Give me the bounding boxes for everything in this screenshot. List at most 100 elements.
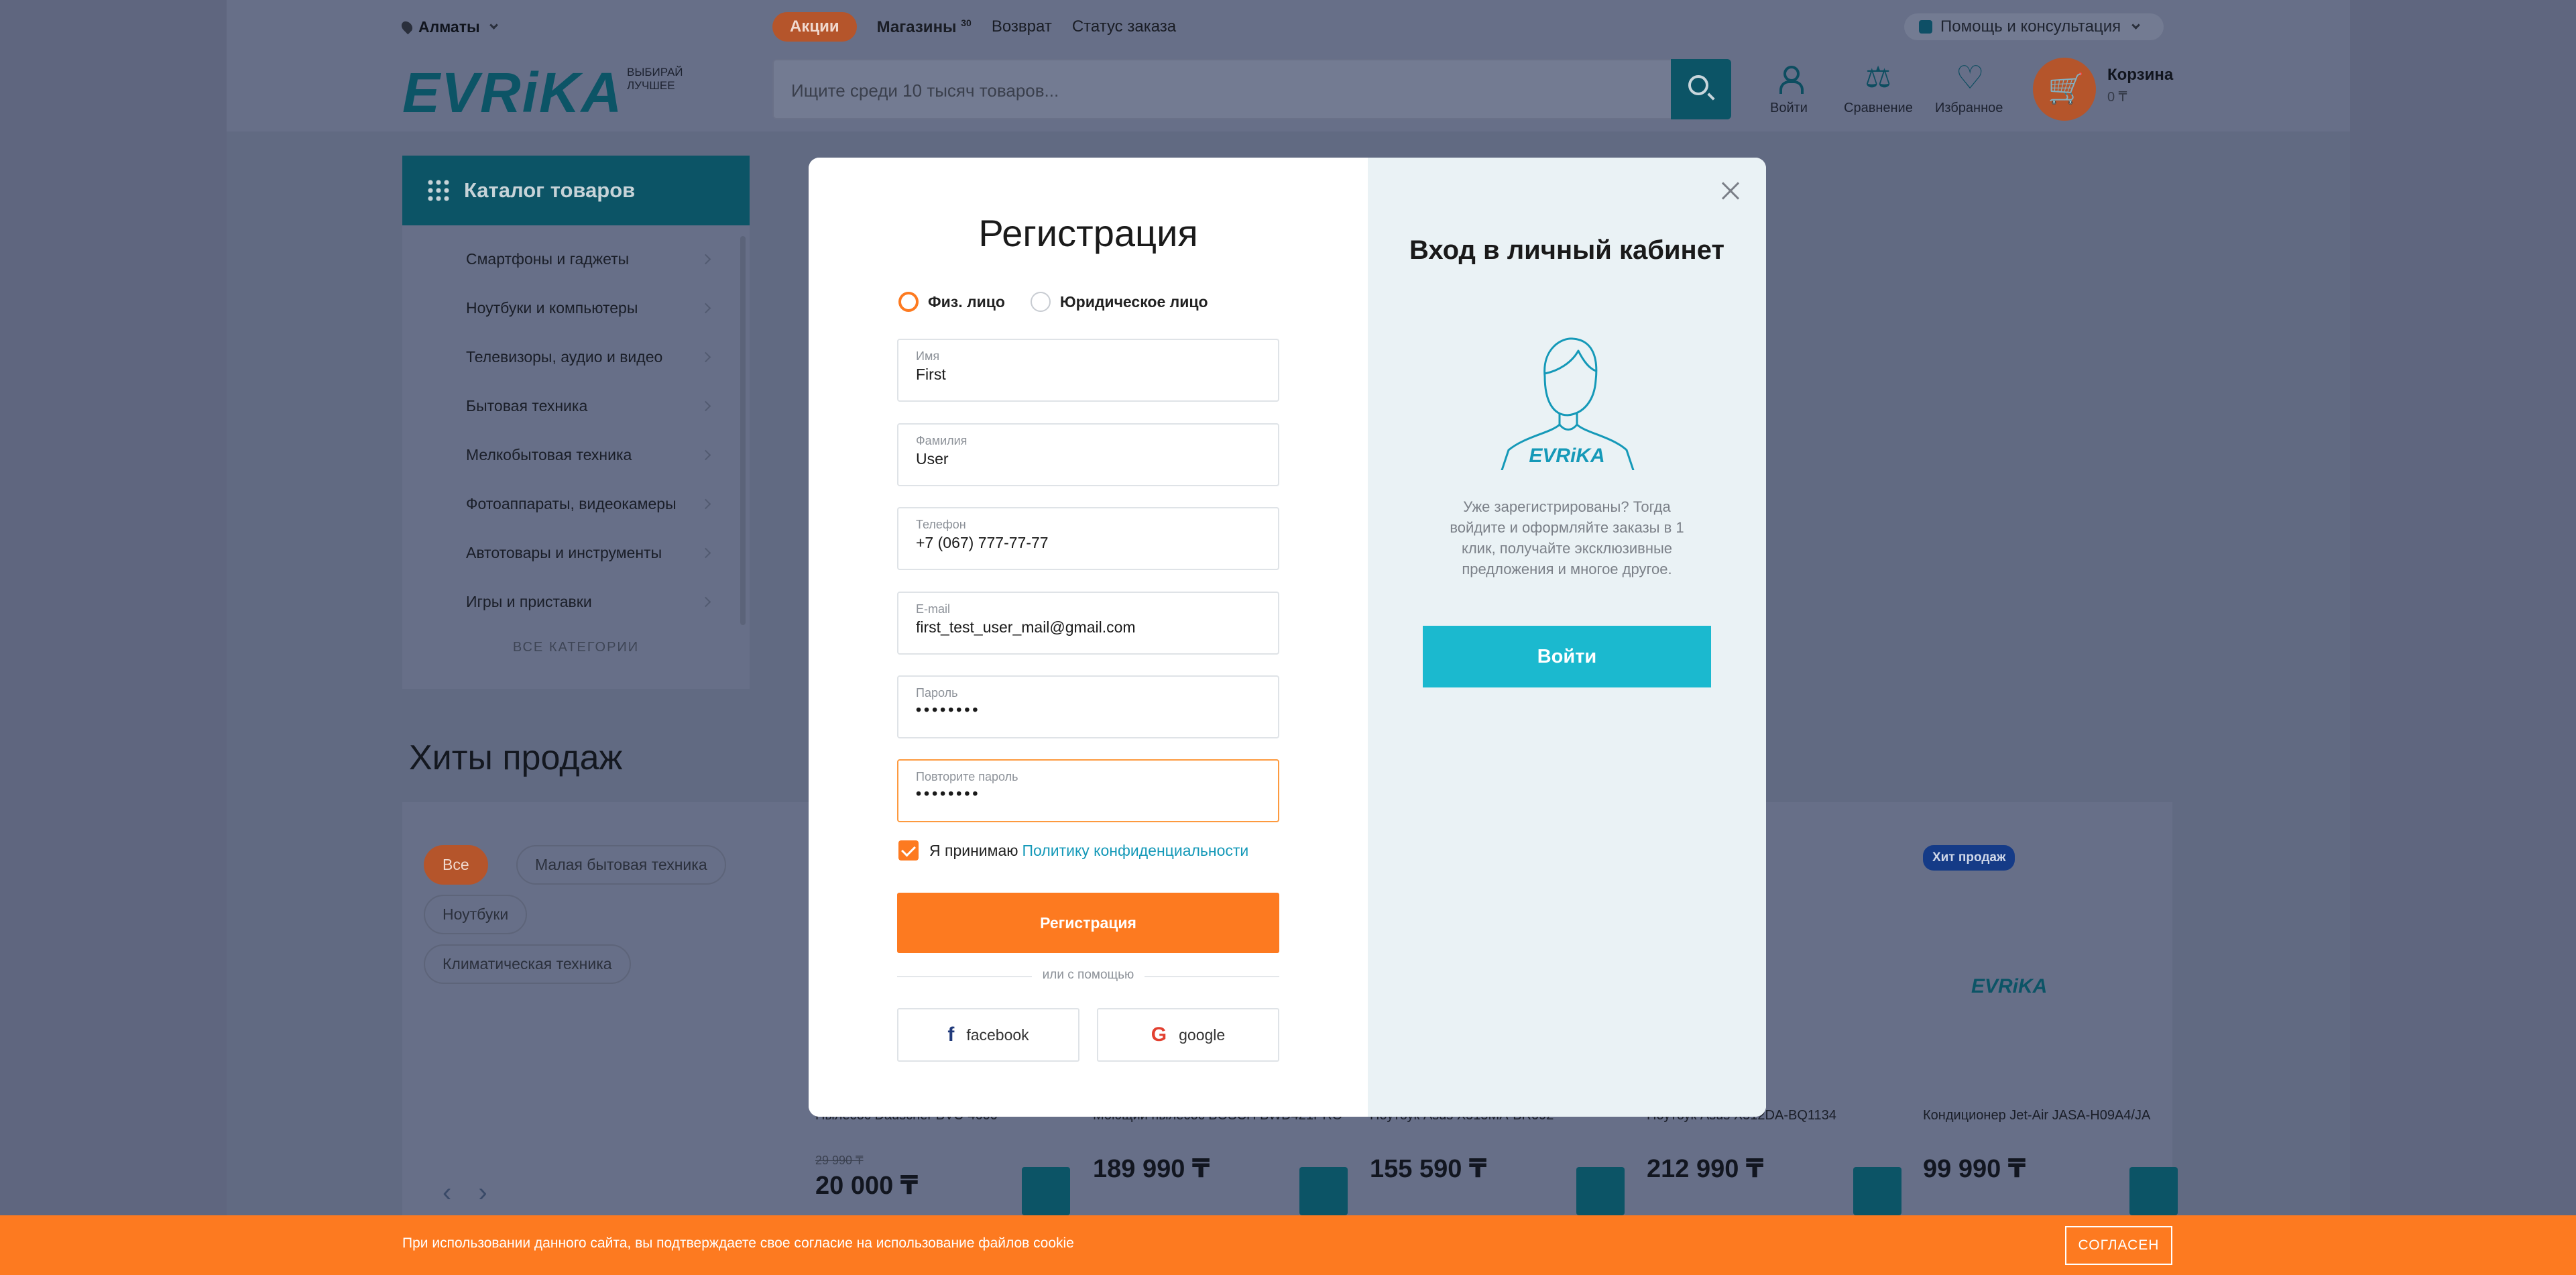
catalog-menu: Каталог товаров Смартфоны и гаджеты Ноут… xyxy=(402,156,750,689)
product-old-price: 29 990 ₸ xyxy=(815,1154,864,1167)
phone-field[interactable]: Телефон +7 (067) 777-77-77 xyxy=(897,507,1279,570)
product-card[interactable]: Ноутбук Asus X515MA-BR092 155 590 ₸ xyxy=(1370,1107,1625,1215)
product-name[interactable]: Кондиционер Jet-Air JASA-H09A4/JA xyxy=(1923,1107,2178,1144)
add-to-cart-button[interactable] xyxy=(2129,1167,2178,1215)
google-login-button[interactable]: G google xyxy=(1097,1008,1279,1062)
product-card[interactable]: Пылесос Dauscher BVC-4600 29 990 ₸ 20 00… xyxy=(815,1107,1070,1215)
product-card[interactable]: Кондиционер Jet-Air JASA-H09A4/JA 99 990… xyxy=(1923,1107,2178,1215)
promo-link[interactable]: Акции xyxy=(772,12,857,42)
catalog-item[interactable]: Автотовары и инструменты xyxy=(402,529,750,577)
privacy-checkbox[interactable] xyxy=(898,840,919,861)
cookie-accept-button[interactable]: СОГЛАСЕН xyxy=(2065,1226,2172,1265)
or-text: или с помощью xyxy=(1031,968,1145,982)
cookie-text: При использовании данного сайта, вы подт… xyxy=(402,1235,1074,1251)
catalog-item[interactable]: Мелкобытовая техника xyxy=(402,431,750,480)
chevron-down-icon xyxy=(489,20,498,30)
order-status-link[interactable]: Статус заказа xyxy=(1072,17,1176,36)
close-icon[interactable] xyxy=(1716,178,1743,205)
field-label: Пароль xyxy=(916,686,958,700)
hit-badge: Хит продаж xyxy=(1923,845,2015,871)
compare-action[interactable]: Сравнение xyxy=(1844,60,1913,116)
registration-title: Регистрация xyxy=(978,212,1198,254)
catalog-item[interactable]: Игры и приставки xyxy=(402,577,750,626)
add-to-cart-button[interactable] xyxy=(1576,1167,1625,1215)
register-button[interactable]: Регистрация xyxy=(897,893,1279,953)
add-to-cart-button[interactable] xyxy=(1853,1167,1901,1215)
field-label: Повторите пароль xyxy=(916,770,1018,783)
radio-dot xyxy=(898,292,919,312)
field-value: First xyxy=(916,366,946,383)
stores-link[interactable]: Магазины 30 xyxy=(877,17,972,37)
filter-chip-climate[interactable]: Климатическая техника xyxy=(424,944,631,984)
radio-legal-entity[interactable]: Юридическое лицо xyxy=(1030,292,1208,312)
city-selector[interactable]: Алматы xyxy=(399,13,498,40)
catalog-item[interactable]: Бытовая техника xyxy=(402,382,750,431)
catalog-header[interactable]: Каталог товаров xyxy=(402,156,750,225)
stores-count: 30 xyxy=(961,17,972,28)
help-dropdown[interactable]: Помощь и консультация xyxy=(1904,13,2164,40)
returns-link[interactable]: Возврат xyxy=(992,17,1052,36)
login-panel: Вход в личный кабинет EVRiKA Уже зарегис… xyxy=(1368,158,1766,1117)
search-button[interactable] xyxy=(1671,59,1731,119)
logo-slogan: ВЫБИРАЙ ЛУЧШЕЕ xyxy=(627,66,683,92)
heart-icon xyxy=(1956,59,1985,97)
help-label: Помощь и консультация xyxy=(1940,17,2121,36)
privacy-policy-link[interactable]: Политику конфиденциальности xyxy=(1022,842,1249,859)
filter-chip-laptops[interactable]: Ноутбуки xyxy=(424,895,528,934)
filter-chip-all[interactable]: Все xyxy=(424,845,488,885)
facebook-label: facebook xyxy=(966,1025,1029,1044)
cart-sum: 0 ₸ xyxy=(2107,90,2127,105)
add-to-cart-button[interactable] xyxy=(1299,1167,1348,1215)
cart-label[interactable]: Корзина xyxy=(2107,66,2173,85)
radio-individual[interactable]: Физ. лицо xyxy=(898,292,1005,312)
email-field[interactable]: E-mail first_test_user_mail@gmail.com xyxy=(897,592,1279,655)
catalog-item[interactable]: Смартфоны и гаджеты xyxy=(402,235,750,284)
field-value: first_test_user_mail@gmail.com xyxy=(916,618,1136,636)
search-placeholder: Ищите среди 10 тысяч товаров... xyxy=(791,80,1059,101)
catalog-title: Каталог товаров xyxy=(464,178,636,202)
repeat-password-field[interactable]: Повторите пароль •••••••• xyxy=(897,759,1279,822)
compare-icon xyxy=(1865,60,1891,95)
site-logo[interactable]: EVRiKA xyxy=(402,60,623,125)
add-to-cart-button[interactable] xyxy=(1022,1167,1070,1215)
field-label: E-mail xyxy=(916,602,951,616)
registration-panel: Регистрация Физ. лицо Юридическое лицо И… xyxy=(809,158,1368,1117)
login-button[interactable]: Войти xyxy=(1423,626,1711,687)
login-action[interactable]: Войти xyxy=(1770,64,1808,116)
favorites-action[interactable]: Избранное xyxy=(1935,59,2003,116)
catalog-scrollbar[interactable] xyxy=(740,236,746,625)
or-divider: или с помощью xyxy=(809,968,1368,983)
login-title: Вход в личный кабинет xyxy=(1368,234,1766,266)
catalog-item[interactable]: Телевизоры, аудио и видео xyxy=(402,333,750,382)
field-label: Телефон xyxy=(916,518,966,531)
first-name-field[interactable]: Имя First xyxy=(897,339,1279,402)
login-description: Уже зарегистрированы? Тогда войдите и оф… xyxy=(1450,498,1684,577)
agree-text: Я принимаю Политику конфиденциальности xyxy=(929,842,1248,860)
chevron-down-icon xyxy=(2131,20,2141,30)
filter-chip-small-appliances[interactable]: Малая бытовая техника xyxy=(516,845,726,885)
google-icon: G xyxy=(1151,1023,1167,1046)
login-title-text: Вход в личный кабинет xyxy=(1409,235,1724,265)
login-action-label: Войти xyxy=(1770,101,1808,115)
stores-label: Магазины xyxy=(876,17,957,36)
catalog-item[interactable]: Ноутбуки и компьютеры xyxy=(402,284,750,333)
search-input[interactable]: Ищите среди 10 тысяч товаров... xyxy=(772,59,1731,119)
carousel-arrows: ‹ › xyxy=(443,1178,487,1208)
registration-modal: Регистрация Физ. лицо Юридическое лицо И… xyxy=(809,158,1766,1117)
arrow-right-icon[interactable]: › xyxy=(478,1178,487,1208)
catalog-item[interactable]: Фотоаппараты, видеокамеры xyxy=(402,480,750,529)
cart-button[interactable] xyxy=(2033,58,2096,121)
facebook-login-button[interactable]: f facebook xyxy=(897,1008,1079,1062)
all-categories-link[interactable]: ВСЕ КАТЕГОРИИ xyxy=(402,640,750,655)
facebook-icon: f xyxy=(947,1023,955,1046)
favorites-action-label: Избранное xyxy=(1935,101,2003,115)
privacy-agreement: Я принимаю Политику конфиденциальности xyxy=(898,840,1248,861)
product-card[interactable]: Моющий пылесос BOSCH BWD421PRO 189 990 ₸ xyxy=(1093,1107,1348,1215)
password-field[interactable]: Пароль •••••••• xyxy=(897,675,1279,738)
arrow-left-icon[interactable]: ‹ xyxy=(443,1178,451,1208)
product-card[interactable]: Ноутбук Asus X512DA-BQ1134 212 990 ₸ xyxy=(1647,1107,1901,1215)
top-nav: Акции Магазины 30 Возврат Статус заказа xyxy=(772,12,1176,42)
hits-title: Хиты продаж xyxy=(409,738,623,777)
agree-label: Я принимаю xyxy=(929,841,1018,859)
last-name-field[interactable]: Фамилия User xyxy=(897,423,1279,486)
